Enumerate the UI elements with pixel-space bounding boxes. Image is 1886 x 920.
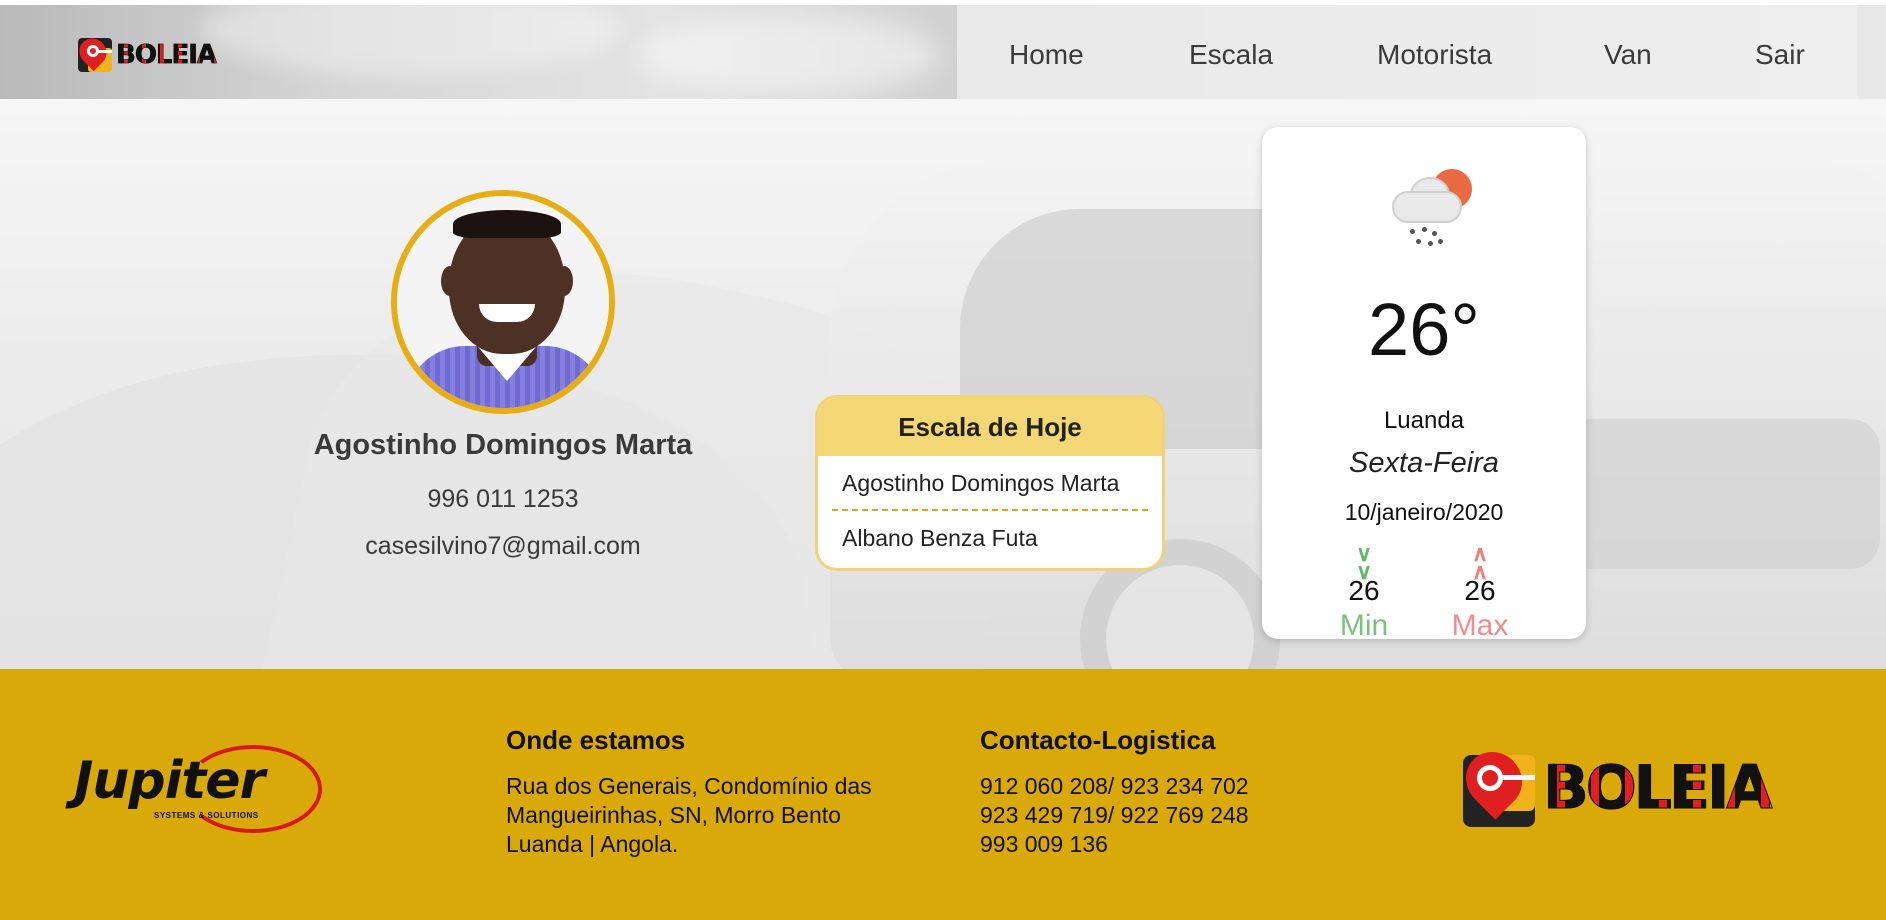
weather-min-value: 26 bbox=[1348, 575, 1380, 606]
weather-max: ∧ ∧ 26 Max bbox=[1430, 541, 1530, 643]
boleia-footer-logo[interactable]: BOLEIA bbox=[1454, 740, 1783, 827]
weather-max-label: Max bbox=[1451, 609, 1509, 642]
weather-weekday: Sexta-Feira bbox=[1349, 447, 1499, 479]
double-chevron-down-icon: ∨ ∨ bbox=[1355, 541, 1373, 584]
location-address: Rua dos Generais, Condomínio das Manguei… bbox=[506, 772, 872, 859]
weather-max-value: 26 bbox=[1464, 575, 1496, 606]
driver-email: casesilvino7@gmail.com bbox=[365, 532, 641, 560]
header-cloud bbox=[200, 5, 620, 75]
driver-name: Agostinho Domingos Marta bbox=[313, 429, 693, 461]
address-line: Mangueirinhas, SN, Morro Bento bbox=[506, 802, 841, 828]
location-title: Onde estamos bbox=[506, 725, 686, 755]
footer: Jupiter SYSTEMS & SOLUTIONS Onde estamos… bbox=[0, 669, 1886, 920]
contact-numbers: 912 060 208/ 923 234 702 923 429 719/ 92… bbox=[980, 772, 1249, 859]
boleia-logo-text: BOLEIA bbox=[1543, 753, 1774, 824]
weather-card: 26° Luanda Sexta-Feira 10/janeiro/2020 ∨… bbox=[1262, 127, 1586, 642]
phone-line: 923 429 719/ 922 769 248 bbox=[980, 802, 1249, 828]
jupiter-logo[interactable]: Jupiter SYSTEMS & SOLUTIONS bbox=[74, 745, 324, 835]
escala-item[interactable]: Albano Benza Futa bbox=[832, 511, 1148, 564]
escala-card: Escala de Hoje Agostinho Domingos Marta … bbox=[815, 395, 1165, 571]
weather-date: 10/janeiro/2020 bbox=[1344, 499, 1504, 525]
double-chevron-up-icon: ∧ ∧ bbox=[1471, 541, 1489, 584]
jupiter-tagline: SYSTEMS & SOLUTIONS bbox=[154, 811, 259, 820]
background-car-grille bbox=[1560, 419, 1880, 569]
nav-van-link[interactable]: Van bbox=[1604, 39, 1652, 71]
hero-section: Agostinho Domingos Marta 996 011 1253 ca… bbox=[0, 99, 1886, 669]
driver-phone: 996 011 1253 bbox=[427, 485, 579, 513]
weather-temperature: 26° bbox=[1368, 288, 1480, 371]
logo-text: BOLEIA bbox=[116, 40, 218, 71]
jupiter-logo-text: Jupiter bbox=[74, 751, 265, 811]
location-pin-icon bbox=[1454, 740, 1535, 827]
location-pin-icon bbox=[73, 32, 113, 72]
top-navbar: BOLEIA Home Escala Motorista Van Sair bbox=[0, 5, 1886, 99]
address-line: Rua dos Generais, Condomínio das bbox=[506, 773, 872, 799]
contact-title: Contacto-Logistica bbox=[980, 725, 1216, 755]
nav-motorista-link[interactable]: Motorista bbox=[1377, 39, 1492, 71]
nav-home-link[interactable]: Home bbox=[1009, 39, 1084, 71]
cloud-rain-sun-icon bbox=[1392, 169, 1478, 249]
escala-title: Escala de Hoje bbox=[818, 398, 1162, 456]
weather-city: Luanda bbox=[1383, 407, 1465, 434]
phone-line: 912 060 208/ 923 234 702 bbox=[980, 773, 1249, 799]
escala-item[interactable]: Agostinho Domingos Marta bbox=[832, 456, 1148, 511]
header-cloud bbox=[640, 15, 940, 95]
address-line: Luanda | Angola. bbox=[506, 831, 679, 857]
weather-min-label: Min bbox=[1339, 609, 1389, 642]
weather-min: ∨ ∨ 26 Min bbox=[1314, 541, 1414, 643]
driver-avatar bbox=[391, 190, 615, 414]
phone-line: 993 009 136 bbox=[980, 831, 1108, 857]
nav-sair-link[interactable]: Sair bbox=[1755, 39, 1805, 71]
boleia-logo[interactable]: BOLEIA bbox=[73, 32, 228, 72]
nav-escala-link[interactable]: Escala bbox=[1189, 39, 1273, 71]
